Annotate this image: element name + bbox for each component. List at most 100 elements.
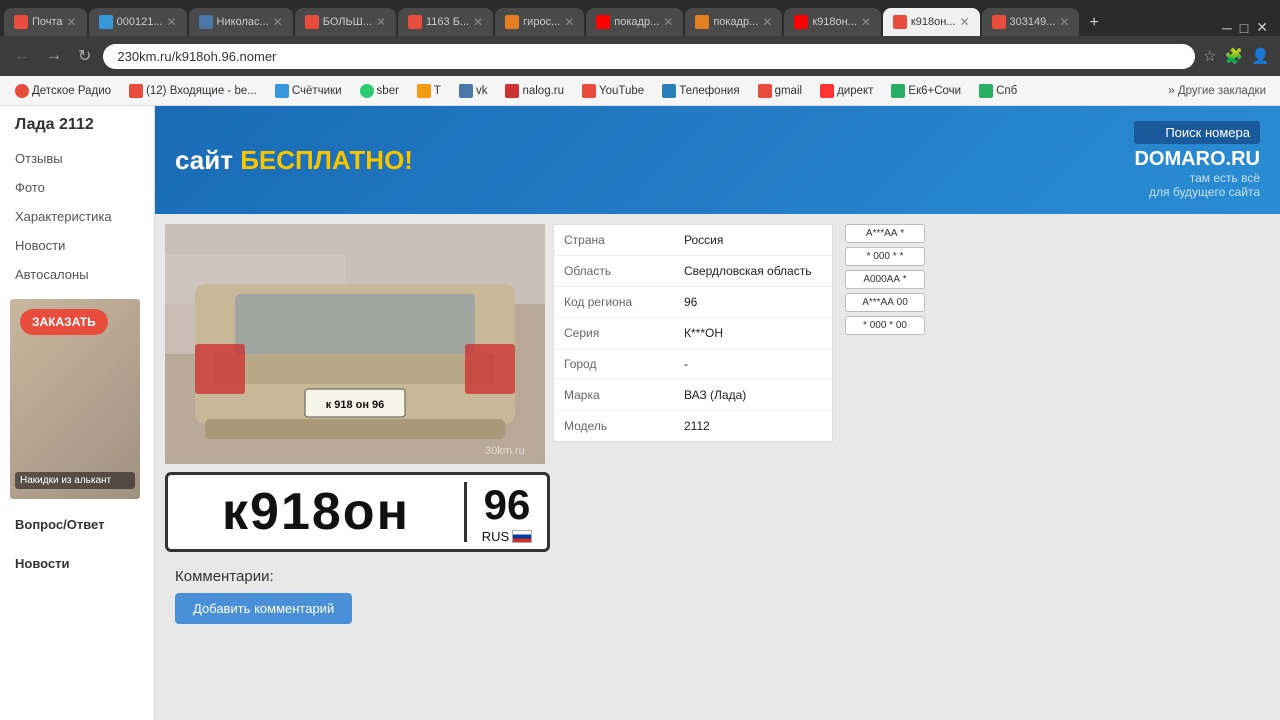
tab-close-10[interactable]: ✕ <box>959 15 969 29</box>
tab-9[interactable]: к918он... ✕ <box>784 8 881 36</box>
ad-banner-right: Поиск номера DOMARO.RU там есть всё для … <box>1134 121 1260 199</box>
svg-text:к 918 он 96: к 918 он 96 <box>326 399 385 411</box>
tab-favicon-5 <box>408 15 422 29</box>
new-tab-button[interactable]: + <box>1081 10 1106 36</box>
tab-label-8: покадр... <box>713 16 758 28</box>
info-label-region: Область <box>554 256 674 286</box>
bookmark-label-vk: vk <box>476 85 488 97</box>
bookmark-spb[interactable]: Спб <box>972 82 1024 100</box>
bookmark-gmail[interactable]: gmail <box>751 82 809 100</box>
profile-icon[interactable]: 👤 <box>1251 47 1270 65</box>
close-button[interactable]: ✕ <box>1256 19 1268 36</box>
tab-close-11[interactable]: ✕ <box>1059 15 1069 29</box>
ad-domain: DOMARO.RU <box>1134 148 1260 171</box>
sidebar-item-reviews[interactable]: Отзывы <box>0 144 154 173</box>
bookmark-nalog[interactable]: nalog.ru <box>498 82 571 100</box>
bookmark-counters[interactable]: Счётчики <box>268 82 349 100</box>
bookmark-sber[interactable]: sber <box>353 82 406 100</box>
plate-main-text: к918он <box>168 482 467 542</box>
info-row-brand: Марка ВАЗ (Лада) <box>554 380 832 411</box>
ad-banner[interactable]: сайт БЕСПЛАТНО! Поиск номера DOMARO.RU т… <box>155 106 1280 214</box>
info-value-region: Свердловская область <box>674 256 821 286</box>
tab-close-6[interactable]: ✕ <box>564 15 574 29</box>
tab-bar: Почта ✕ 000121... ✕ Николас... ✕ БОЛЬШ..… <box>0 0 1280 36</box>
ad-desc-1: там есть всё <box>1134 171 1260 185</box>
tab-close-9[interactable]: ✕ <box>861 15 871 29</box>
bookmark-favicon-sber <box>360 84 374 98</box>
bookmark-telephony[interactable]: Телефония <box>655 82 746 100</box>
bookmark-vk[interactable]: vk <box>452 82 495 100</box>
small-plate-3[interactable]: А000АА * <box>845 270 925 289</box>
tab-10-active[interactable]: к918он... ✕ <box>883 8 980 36</box>
bookmark-label-counters: Счётчики <box>292 85 342 97</box>
tab-7[interactable]: покадр... ✕ <box>586 8 683 36</box>
tab-label-4: БОЛЬШ... <box>323 16 372 28</box>
bookmark-ek6[interactable]: Ек6+Сочи <box>884 82 968 100</box>
tab-close-8[interactable]: ✕ <box>762 15 772 29</box>
tab-11[interactable]: 303149... ✕ <box>982 8 1080 36</box>
restore-button[interactable]: □ <box>1240 20 1248 36</box>
tab-label-7: покадр... <box>614 16 659 28</box>
minimize-button[interactable]: ─ <box>1222 20 1232 36</box>
info-row-model: Модель 2112 <box>554 411 832 441</box>
back-button[interactable]: ← <box>10 43 34 69</box>
info-row-series: Серия К***ОН <box>554 318 832 349</box>
bookmark-label-direct: директ <box>837 85 873 97</box>
bookmark-radio[interactable]: Детское Радио <box>8 82 118 100</box>
small-plate-5[interactable]: * 000 * 00 <box>845 316 925 335</box>
info-row-country: Страна Россия <box>554 225 832 256</box>
tab-3[interactable]: Николас... ✕ <box>189 8 293 36</box>
sidebar-item-specs[interactable]: Характеристика <box>0 202 154 231</box>
ad-caption: Накидки из алькант <box>15 472 135 489</box>
tab-close-mail[interactable]: ✕ <box>67 15 77 29</box>
bookmark-favicon-ek6 <box>891 84 905 98</box>
bookmark-star-icon[interactable]: ☆ <box>1203 47 1216 65</box>
sidebar-item-news[interactable]: Новости <box>0 231 154 260</box>
add-comment-button[interactable]: Добавить комментарий <box>175 593 352 624</box>
tab-4[interactable]: БОЛЬШ... ✕ <box>295 8 396 36</box>
sidebar-news[interactable]: Новости <box>0 548 154 579</box>
forward-button[interactable]: → <box>42 43 66 69</box>
tab-2[interactable]: 000121... ✕ <box>89 8 187 36</box>
bookmark-youtube[interactable]: YouTube <box>575 82 651 100</box>
car-section: к 918 он 96 30km.ru Страна <box>155 214 1280 720</box>
tab-close-2[interactable]: ✕ <box>166 15 176 29</box>
sidebar-qa[interactable]: Вопрос/Ответ <box>0 509 154 540</box>
bookmark-inbox[interactable]: (12) Входящие - be... <box>122 82 264 100</box>
tab-5[interactable]: 1163 Б... ✕ <box>398 8 493 36</box>
more-bookmarks[interactable]: » Другие закладки <box>1162 83 1272 99</box>
tab-6[interactable]: гирос... ✕ <box>495 8 584 36</box>
reload-button[interactable]: ↻ <box>74 42 95 70</box>
bookmark-direct[interactable]: директ <box>813 82 880 100</box>
extensions-icon[interactable]: 🧩 <box>1225 47 1244 65</box>
tab-favicon-9 <box>794 15 808 29</box>
bookmark-favicon-vk <box>459 84 473 98</box>
small-plate-4[interactable]: А***АА 00 <box>845 293 925 312</box>
sidebar-item-photo[interactable]: Фото <box>0 173 154 202</box>
info-value-brand: ВАЗ (Лада) <box>674 380 756 410</box>
bookmark-t[interactable]: Т <box>410 82 448 100</box>
tab-close-4[interactable]: ✕ <box>376 15 386 29</box>
tab-close-3[interactable]: ✕ <box>273 15 283 29</box>
info-value-city: - <box>674 349 698 379</box>
tab-label-2: 000121... <box>117 16 163 28</box>
info-value-series: К***ОН <box>674 318 733 348</box>
info-label-city: Город <box>554 349 674 379</box>
small-plate-2[interactable]: * 000 * * <box>845 247 925 266</box>
tab-8[interactable]: покадр... ✕ <box>685 8 782 36</box>
small-plate-1[interactable]: А***АА * <box>845 224 925 243</box>
tab-label-9: к918он... <box>812 16 857 28</box>
bookmarks-bar: Детское Радио (12) Входящие - be... Счёт… <box>0 76 1280 106</box>
sidebar-ad-box[interactable]: ЗАКАЗАТЬ Накидки из алькант <box>10 299 140 499</box>
tab-mail[interactable]: Почта ✕ <box>4 8 87 36</box>
info-value-code: 96 <box>674 287 707 317</box>
ad-order-button[interactable]: ЗАКАЗАТЬ <box>20 309 108 335</box>
sidebar: Лада 2112 Отзывы Фото Характеристика Нов… <box>0 106 155 720</box>
car-image: к 918 он 96 30km.ru <box>165 224 545 464</box>
tab-close-5[interactable]: ✕ <box>473 15 483 29</box>
bookmark-favicon-gmail <box>758 84 772 98</box>
sidebar-ad: ЗАКАЗАТЬ Накидки из алькант <box>10 299 144 499</box>
tab-close-7[interactable]: ✕ <box>663 15 673 29</box>
address-input[interactable] <box>103 44 1195 69</box>
sidebar-item-dealerships[interactable]: Автосалоны <box>0 260 154 289</box>
